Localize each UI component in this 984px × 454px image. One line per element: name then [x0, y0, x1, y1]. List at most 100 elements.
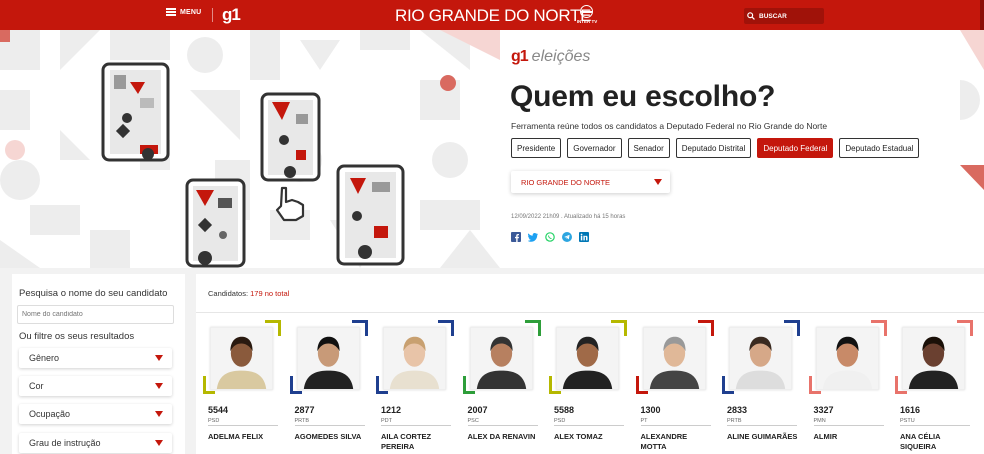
whatsapp-icon[interactable] [545, 232, 555, 242]
search-button[interactable]: BUSCAR [744, 8, 824, 24]
page-description: Ferramenta reúne todos os candidatos a D… [511, 121, 828, 131]
filter-genero[interactable]: Gênero [19, 348, 172, 368]
eleicoes-logo[interactable]: g1 eleições [511, 48, 590, 66]
candidate-number: 1212 [381, 405, 402, 415]
divider [212, 8, 213, 22]
filter-label: Ou filtre os seus resultados [19, 331, 135, 342]
candidate-photo [383, 327, 446, 390]
affiliate-label: INTER TV [576, 19, 598, 24]
candidate-card[interactable]: 2833 PRTB ALINE GUIMARÃES [722, 320, 802, 454]
publish-date: 12/09/2022 21h09 . Atualizado há 15 hora… [511, 214, 626, 220]
candidate-photo [296, 327, 360, 390]
candidate-party: PSD [208, 418, 220, 424]
region-title[interactable]: RIO GRANDE DO NORTE [395, 6, 591, 26]
chevron-down-icon [155, 440, 163, 446]
candidate-card[interactable]: 5544 PSD ADELMA FELIX [203, 320, 283, 454]
telegram-icon[interactable] [562, 232, 572, 242]
candidate-party: PMN [813, 418, 826, 424]
candidate-name: ANA CÉLIA SIQUEIRA [900, 432, 941, 451]
tab-governador[interactable]: Governador [567, 138, 622, 158]
chevron-down-icon [654, 179, 662, 185]
candidate-party: PRTB [727, 418, 742, 424]
g1-brand: g1 [511, 48, 529, 65]
facebook-icon[interactable] [511, 232, 521, 242]
share-bar [511, 232, 589, 242]
top-bar: MENU g1 RIO GRANDE DO NORTE INTER TV BUS… [0, 0, 984, 30]
divider [554, 425, 624, 426]
filter-ocupacao[interactable]: Ocupação [19, 404, 172, 424]
divider [640, 425, 711, 426]
candidate-photo [815, 327, 879, 390]
twitter-icon[interactable] [528, 232, 538, 242]
divider [196, 312, 984, 313]
search-label: Pesquisa o nome do seu candidato [19, 288, 168, 299]
filter-grau-instrucao-label: Grau de instrução [29, 438, 101, 448]
candidate-card[interactable]: 2007 PSC ALEX DA RENAVIN [462, 320, 543, 454]
menu-label: MENU [180, 8, 202, 16]
candidate-photo [469, 327, 533, 390]
candidate-party: PSC [467, 418, 479, 424]
candidate-name: ALEX TOMAZ [554, 432, 603, 441]
candidate-card[interactable]: 3327 PMN ALMIR [808, 320, 889, 454]
candidate-party: PT [640, 418, 648, 424]
search-label: BUSCAR [759, 12, 787, 20]
divider [294, 425, 365, 426]
tab-deputado-distrital[interactable]: Deputado Distrital [675, 138, 752, 158]
candidate-number: 5544 [208, 405, 229, 415]
candidate-number: 2877 [294, 405, 315, 415]
candidate-number: 1616 [900, 405, 921, 415]
tab-presidente[interactable]: Presidente [511, 138, 562, 158]
candidate-number: 2833 [727, 405, 748, 415]
filter-ocupacao-label: Ocupação [29, 409, 71, 419]
candidate-name: AILA CORTEZ PEREIRA [381, 432, 432, 451]
office-tabs: Presidente Governador Senador Deputado D… [511, 138, 920, 158]
search-icon [747, 12, 755, 20]
state-dropdown[interactable]: RIO GRANDE DO NORTE [511, 171, 670, 193]
divider [208, 425, 278, 426]
candidate-card[interactable]: 5588 PSD ALEX TOMAZ [549, 320, 629, 454]
topbar-edge [980, 0, 984, 30]
divider [467, 425, 538, 426]
candidate-photo [556, 327, 619, 390]
linkedin-icon[interactable] [579, 232, 589, 242]
hero-banner: g1 eleições Quem eu escolho? Ferramenta … [0, 30, 984, 268]
filter-cor-label: Cor [29, 381, 44, 391]
divider [727, 425, 797, 426]
tab-deputado-federal[interactable]: Deputado Federal [757, 138, 834, 158]
divider [381, 425, 451, 426]
candidate-number: 2007 [467, 405, 488, 415]
candidate-name: ALINE GUIMARÃES [727, 432, 798, 441]
candidate-party: PRTB [294, 418, 310, 424]
tab-senador[interactable]: Senador [627, 138, 670, 158]
candidate-count: Candidatos: 179 no total [208, 289, 289, 298]
divider [813, 425, 884, 426]
candidate-party: PSTU [900, 418, 915, 424]
candidate-photo [642, 327, 706, 390]
candidate-card[interactable]: 1300 PT ALEXANDRE MOTTA [635, 320, 716, 454]
filter-grau-instrucao[interactable]: Grau de instrução [19, 433, 172, 453]
candidate-number: 1300 [640, 405, 661, 415]
hamburger-icon [166, 8, 176, 16]
menu-button[interactable]: MENU [166, 8, 201, 16]
candidate-card[interactable]: 2877 PRTB AGOMEDES SILVA [289, 320, 370, 454]
candidate-search-input[interactable] [17, 305, 174, 324]
candidate-card[interactable]: 1212 PDT AILA CORTEZ PEREIRA [376, 320, 456, 454]
candidate-name: ALMIR [813, 432, 838, 441]
candidate-number: 5588 [554, 405, 575, 415]
chevron-down-icon [155, 355, 163, 361]
filter-cor[interactable]: Cor [19, 376, 172, 396]
count-prefix: Candidatos: [208, 289, 249, 298]
candidate-photo [902, 327, 965, 390]
candidate-card[interactable]: 1616 PSTU ANA CÉLIA SIQUEIRA [895, 320, 975, 454]
chevron-down-icon [155, 383, 163, 389]
candidate-name: ADELMA FELIX [208, 432, 264, 441]
count-value: 179 no total [250, 289, 290, 298]
candidate-name: ALEX DA RENAVIN [467, 432, 536, 441]
tab-deputado-estadual[interactable]: Deputado Estadual [839, 138, 920, 158]
page-title: Quem eu escolho? [510, 80, 776, 113]
candidate-party: PSD [554, 418, 566, 424]
eleicoes-brand: eleições [531, 48, 591, 65]
candidate-name: ALEXANDRE MOTTA [640, 432, 688, 451]
g1-logo[interactable]: g1 [222, 5, 241, 25]
inter-tv-logo[interactable]: INTER TV [576, 5, 598, 25]
